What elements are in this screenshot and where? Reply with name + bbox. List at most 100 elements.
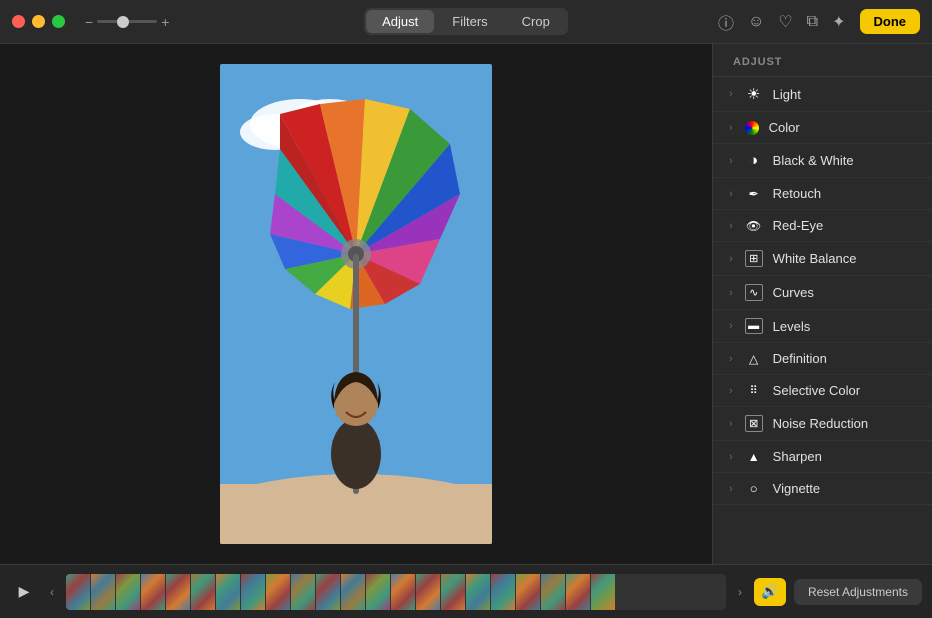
- titlebar: − + Adjust Filters Crop ⓘ ☺ ♡ ⧉ ✦ Done: [0, 0, 932, 44]
- adjust-item-curves[interactable]: › ∿ Curves: [713, 276, 932, 310]
- photo-image: [220, 64, 492, 544]
- film-frame: [91, 574, 115, 610]
- film-frame: [191, 574, 215, 610]
- adjust-label: Black & White: [773, 153, 854, 168]
- film-frame: [491, 574, 515, 610]
- chevron-icon: ›: [729, 88, 733, 100]
- film-frame: [441, 574, 465, 610]
- adjust-item-definition[interactable]: › △ Definition: [713, 343, 932, 375]
- tab-filters[interactable]: Filters: [436, 10, 503, 33]
- film-frame: [166, 574, 190, 610]
- film-frame: [391, 574, 415, 610]
- adjust-item-selective-color[interactable]: › ⠿ Selective Color: [713, 375, 932, 407]
- photo-area: [0, 44, 712, 564]
- main-content: ADJUST › ☀ Light › Color › ◑ Black & Whi…: [0, 44, 932, 564]
- heart-icon[interactable]: ♡: [778, 12, 792, 32]
- bottom-bar: ▶ ‹ › 🔊 Res: [0, 564, 932, 618]
- zoom-slider[interactable]: − +: [85, 14, 169, 30]
- adjust-label: Retouch: [773, 186, 821, 201]
- filmstrip[interactable]: [66, 574, 726, 610]
- chevron-icon: ›: [729, 451, 733, 463]
- info-icon[interactable]: ⓘ: [718, 10, 734, 34]
- noise-reduction-icon: ⊠: [745, 415, 763, 432]
- film-frame: [241, 574, 265, 610]
- retouch-icon: ✒: [745, 187, 763, 201]
- adjust-item-redeye[interactable]: › 👁 Red-Eye: [713, 210, 932, 242]
- adjust-label: Noise Reduction: [773, 416, 868, 431]
- tab-crop[interactable]: Crop: [506, 10, 566, 33]
- adjust-label: Levels: [773, 319, 811, 334]
- chevron-icon: ›: [729, 188, 733, 200]
- adjust-item-color[interactable]: › Color: [713, 112, 932, 144]
- tab-group: Adjust Filters Crop: [364, 8, 568, 35]
- filmstrip-nav-left[interactable]: ‹: [46, 585, 58, 599]
- toolbar-right: ⓘ ☺ ♡ ⧉ ✦ Done: [718, 9, 920, 34]
- adjust-label: Red-Eye: [773, 218, 824, 233]
- selective-color-icon: ⠿: [745, 384, 763, 397]
- film-frame: [566, 574, 590, 610]
- adjust-label: White Balance: [773, 251, 857, 266]
- film-frame: [66, 574, 90, 610]
- sharpen-icon: ▲: [745, 450, 763, 464]
- chevron-icon: ›: [729, 320, 733, 332]
- adjust-item-bw[interactable]: › ◑ Black & White: [713, 144, 932, 178]
- maximize-button[interactable]: [52, 15, 65, 28]
- adjust-label: Sharpen: [773, 449, 822, 464]
- smiley-icon[interactable]: ☺: [748, 13, 764, 31]
- adjust-item-sharpen[interactable]: › ▲ Sharpen: [713, 441, 932, 473]
- reset-adjustments-button[interactable]: Reset Adjustments: [794, 579, 922, 605]
- chevron-icon: ›: [729, 220, 733, 232]
- adjust-label: Curves: [773, 285, 814, 300]
- wand-icon[interactable]: ✦: [832, 12, 845, 32]
- film-frame: [366, 574, 390, 610]
- adjust-label: Vignette: [773, 481, 820, 496]
- filmstrip-nav-right[interactable]: ›: [734, 585, 746, 599]
- panel-header: ADJUST: [713, 44, 932, 77]
- volume-button[interactable]: 🔊: [754, 578, 786, 606]
- film-frame: [216, 574, 240, 610]
- adjust-label: Selective Color: [773, 383, 860, 398]
- zoom-plus-icon[interactable]: +: [161, 14, 169, 30]
- photo-container: [220, 64, 492, 544]
- chevron-icon: ›: [729, 287, 733, 299]
- close-button[interactable]: [12, 15, 25, 28]
- chevron-icon: ›: [729, 122, 733, 134]
- minimize-button[interactable]: [32, 15, 45, 28]
- adjust-item-retouch[interactable]: › ✒ Retouch: [713, 178, 932, 210]
- vignette-icon: ○: [745, 481, 763, 496]
- slider-track[interactable]: [97, 20, 157, 23]
- adjust-item-noise-reduction[interactable]: › ⊠ Noise Reduction: [713, 407, 932, 441]
- adjust-label: Definition: [773, 351, 827, 366]
- tab-adjust[interactable]: Adjust: [366, 10, 434, 33]
- chevron-icon: ›: [729, 353, 733, 365]
- adjust-item-levels[interactable]: › ▬ Levels: [713, 310, 932, 343]
- film-frame: [341, 574, 365, 610]
- film-frame: [591, 574, 615, 610]
- film-frame: [416, 574, 440, 610]
- adjust-item-wb[interactable]: › ⊞ White Balance: [713, 242, 932, 276]
- chevron-icon: ›: [729, 483, 733, 495]
- film-frame: [541, 574, 565, 610]
- levels-icon: ▬: [745, 318, 763, 334]
- play-button[interactable]: ▶: [10, 578, 38, 606]
- done-button[interactable]: Done: [860, 9, 921, 34]
- curves-icon: ∿: [745, 284, 763, 301]
- adjust-label: Light: [773, 87, 801, 102]
- film-frame: [116, 574, 140, 610]
- chevron-icon: ›: [729, 418, 733, 430]
- definition-icon: △: [745, 352, 763, 366]
- film-frame: [266, 574, 290, 610]
- duplicate-icon[interactable]: ⧉: [807, 13, 818, 31]
- zoom-minus-icon[interactable]: −: [85, 14, 93, 30]
- right-panel: ADJUST › ☀ Light › Color › ◑ Black & Whi…: [712, 44, 932, 564]
- adjust-item-light[interactable]: › ☀ Light: [713, 77, 932, 112]
- color-icon: [745, 121, 759, 135]
- chevron-icon: ›: [729, 253, 733, 265]
- film-frame: [316, 574, 340, 610]
- film-frame: [141, 574, 165, 610]
- chevron-icon: ›: [729, 155, 733, 167]
- sun-icon: ☀: [745, 85, 763, 103]
- redeye-icon: 👁: [745, 219, 763, 233]
- adjust-item-vignette[interactable]: › ○ Vignette: [713, 473, 932, 505]
- slider-thumb[interactable]: [117, 16, 129, 28]
